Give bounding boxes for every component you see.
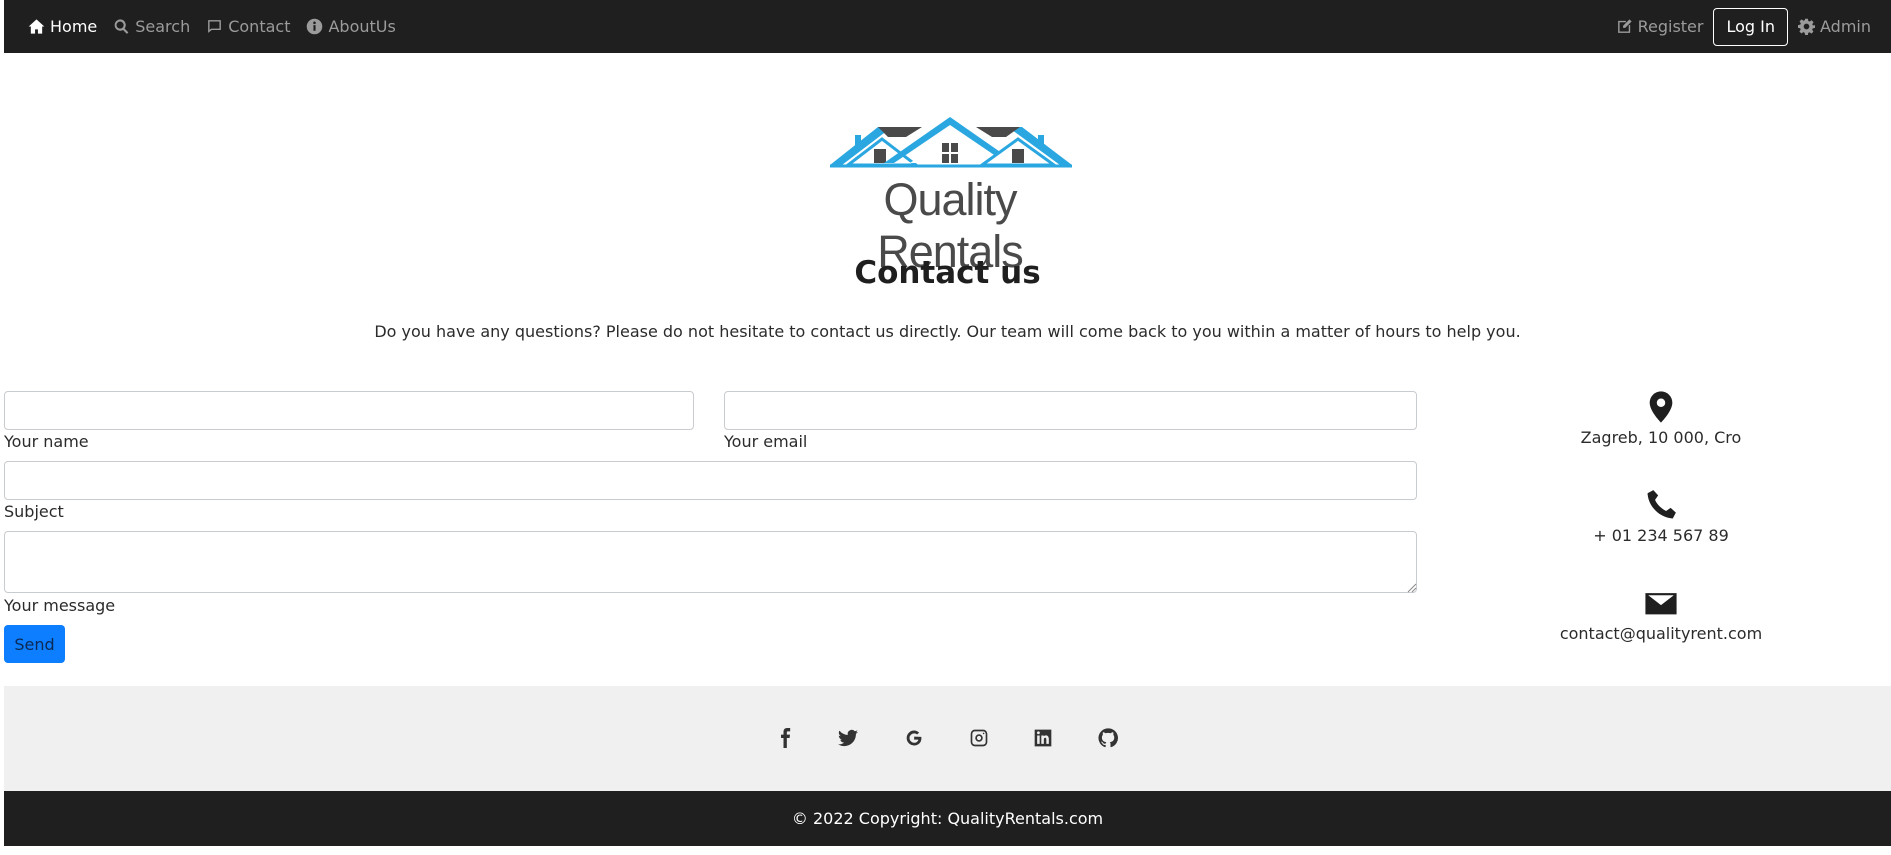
- nav-home[interactable]: Home: [28, 17, 97, 36]
- nav-contact-label: Contact: [228, 17, 291, 36]
- nav-admin[interactable]: Admin: [1798, 17, 1871, 36]
- facebook-icon[interactable]: [776, 728, 796, 748]
- nav-contact[interactable]: Contact: [206, 17, 290, 36]
- message-label: Your message: [4, 596, 116, 615]
- contact-address: Zagreb, 10 000, Cro: [1580, 428, 1742, 447]
- phone-icon: [1647, 490, 1676, 519]
- nav-left: Home Search Contact AboutUs: [28, 0, 396, 53]
- nav-home-label: Home: [50, 17, 98, 36]
- info-icon: [307, 18, 323, 35]
- nav-search[interactable]: Search: [113, 17, 190, 36]
- google-icon[interactable]: [904, 728, 924, 748]
- linkedin-icon[interactable]: [1033, 728, 1053, 748]
- comment-icon: [208, 20, 222, 33]
- navbar: Home Search Contact AboutUs Register Log…: [4, 0, 1891, 53]
- nav-search-label: Search: [135, 17, 191, 36]
- login-button[interactable]: Log In: [1713, 7, 1788, 46]
- contact-email: contact@qualityrent.com: [1559, 624, 1763, 643]
- search-icon: [114, 19, 129, 34]
- twitter-icon[interactable]: [838, 728, 858, 748]
- map-marker-icon: [1649, 391, 1673, 423]
- email-label: Your email: [724, 432, 808, 451]
- nav-register[interactable]: Register: [1616, 17, 1704, 36]
- social-bar: [4, 686, 1891, 791]
- nav-aboutus-label: AboutUs: [328, 17, 396, 36]
- copyright-text: © 2022 Copyright: QualityRentals.com: [791, 809, 1104, 828]
- nav-right: Register Log In Admin: [1616, 0, 1871, 53]
- message-textarea[interactable]: [4, 531, 1417, 593]
- subject-label: Subject: [4, 502, 64, 521]
- nav-admin-label: Admin: [1820, 17, 1871, 36]
- edit-icon: [1617, 19, 1632, 33]
- page: Home Search Contact AboutUs Register Log…: [4, 0, 1891, 855]
- subject-input[interactable]: [4, 461, 1417, 500]
- send-button[interactable]: Send: [4, 625, 65, 663]
- nav-aboutus[interactable]: AboutUs: [306, 17, 396, 36]
- resize-handle-icon[interactable]: [1407, 583, 1417, 593]
- contact-phone: + 01 234 567 89: [1593, 526, 1729, 545]
- github-icon[interactable]: [1098, 728, 1118, 748]
- page-title: Contact us: [854, 255, 1041, 291]
- name-input[interactable]: [4, 391, 694, 430]
- footer-copyright-bar: © 2022 Copyright: QualityRentals.com: [4, 791, 1891, 846]
- page-subtitle: Do you have any questions? Please do not…: [374, 322, 1521, 341]
- nav-register-label: Register: [1637, 17, 1704, 36]
- instagram-icon[interactable]: [969, 728, 989, 748]
- home-icon: [28, 19, 45, 34]
- gear-icon: [1798, 18, 1815, 35]
- name-label: Your name: [4, 432, 89, 451]
- email-input[interactable]: [724, 391, 1417, 430]
- envelope-icon: [1645, 593, 1677, 615]
